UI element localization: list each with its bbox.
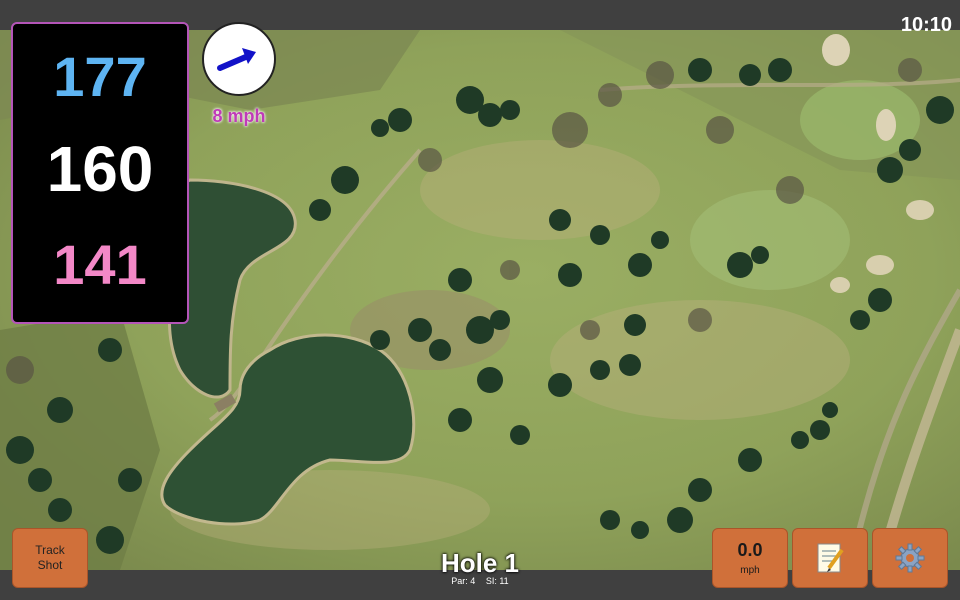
notes-button[interactable] <box>792 528 868 588</box>
track-shot-button[interactable]: Track Shot <box>12 528 88 588</box>
clock: 10:10 <box>900 14 952 36</box>
track-shot-label: Track Shot <box>35 543 65 573</box>
track-shot-line2: Shot <box>37 558 63 572</box>
app-root: 10:10 177 160 141 8 mph Track Shot Hole … <box>0 0 960 600</box>
hole-info: Par: 4 SI: 11 <box>380 576 580 586</box>
hole-title: Hole 1 <box>440 548 520 578</box>
wind-indicator <box>202 22 276 96</box>
wind-speed: 8 mph <box>212 106 266 126</box>
track-shot-line1: Track <box>35 543 65 557</box>
distance-center: 160 <box>46 133 154 205</box>
memo-icon <box>817 543 844 573</box>
wind-arrow-icon <box>217 48 256 71</box>
speed-unit: mph <box>740 565 760 576</box>
distance-panel: 177 160 141 <box>11 22 189 324</box>
speed-button[interactable]: 0.0 mph <box>712 528 788 588</box>
gear-icon <box>895 543 925 573</box>
speed-value: 0.0 <box>737 540 763 560</box>
hole-si: SI: 11 <box>485 576 509 586</box>
distance-back: 177 <box>53 45 147 108</box>
distance-front: 141 <box>53 233 147 296</box>
hole-par: Par: 4 <box>451 576 476 586</box>
settings-button[interactable] <box>872 528 948 588</box>
